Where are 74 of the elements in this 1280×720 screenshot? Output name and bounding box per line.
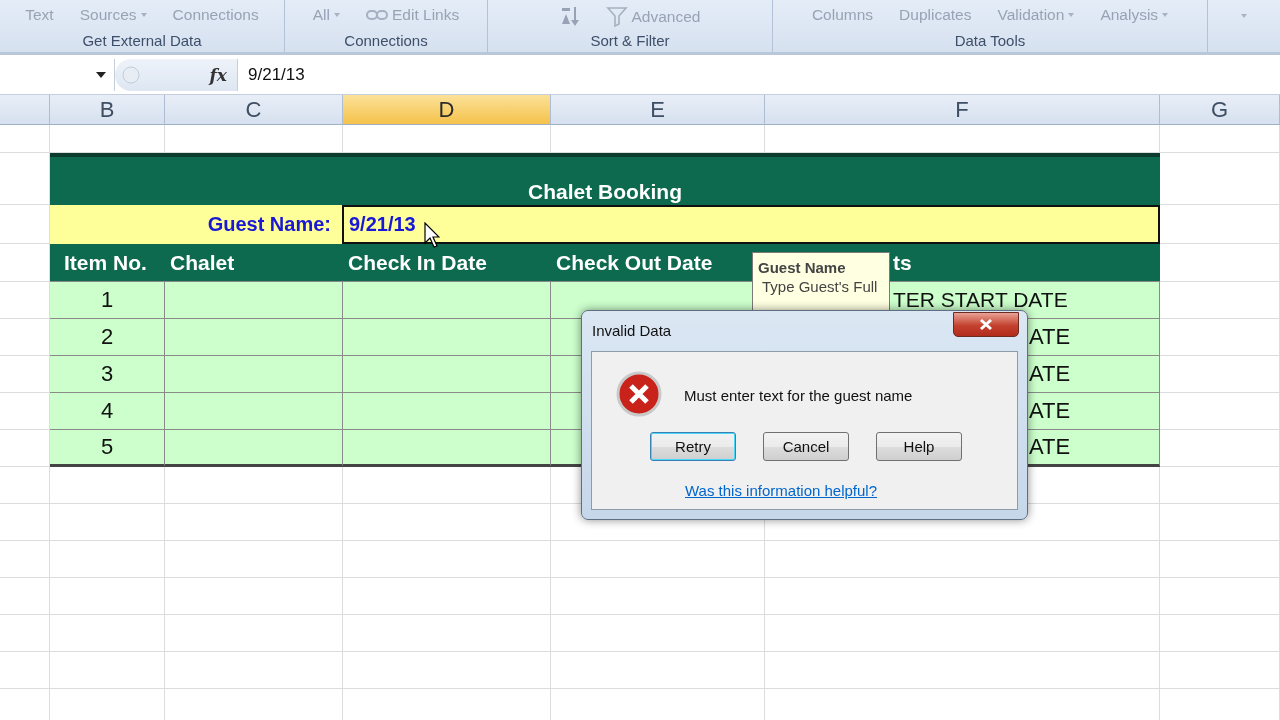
- sheet-cell[interactable]: [0, 467, 50, 504]
- table-cell: 2: [50, 319, 165, 356]
- sheet-cell[interactable]: [165, 652, 343, 689]
- column-heading: Chalet: [165, 244, 343, 282]
- sheet-cell[interactable]: [165, 504, 343, 541]
- sheet-cell[interactable]: [1160, 578, 1280, 615]
- sheet-cell[interactable]: [0, 578, 50, 615]
- resize-handle-icon: [121, 64, 141, 85]
- close-button[interactable]: [953, 312, 1019, 337]
- dialog-title: Invalid Data: [592, 322, 672, 339]
- sheet-cell[interactable]: [1160, 615, 1280, 652]
- sheet-cell[interactable]: [551, 578, 765, 615]
- column-heading: Item No.: [50, 244, 165, 282]
- sheet-cell[interactable]: [0, 652, 50, 689]
- column-header[interactable]: F: [765, 95, 1160, 125]
- sheet-cell[interactable]: [343, 652, 551, 689]
- link-icon: [366, 9, 388, 21]
- cursor-icon: [424, 222, 440, 248]
- sheet-cell[interactable]: [50, 578, 165, 615]
- sheet-cell[interactable]: [50, 652, 165, 689]
- error-icon: [616, 371, 662, 417]
- sheet-cell[interactable]: [0, 615, 50, 652]
- dialog-button[interactable]: Cancel: [763, 432, 849, 461]
- column-header[interactable]: B: [50, 95, 165, 125]
- sheet-cell[interactable]: [765, 615, 1160, 652]
- sheet-cell[interactable]: [551, 615, 765, 652]
- sheet-cell[interactable]: [1160, 541, 1280, 578]
- caret-icon: [1241, 14, 1247, 18]
- sheet-cell[interactable]: [50, 541, 165, 578]
- sheet-cell[interactable]: [343, 541, 551, 578]
- table-cell: 4: [50, 393, 165, 430]
- group-label: Connections: [343, 31, 429, 51]
- sheet-cell[interactable]: [1160, 652, 1280, 689]
- sheet-cell[interactable]: [0, 504, 50, 541]
- sheet-cell[interactable]: [1160, 504, 1280, 541]
- dialog-button[interactable]: Retry: [650, 432, 736, 461]
- sheet-cell[interactable]: [165, 541, 343, 578]
- table-title: Chalet Booking: [50, 153, 1160, 205]
- sheet-cell[interactable]: [765, 652, 1160, 689]
- sheet-cell[interactable]: [765, 578, 1160, 615]
- column-heading: Check In Date: [343, 244, 551, 282]
- sheet-cell[interactable]: [343, 615, 551, 652]
- group-label: Get External Data: [81, 31, 203, 51]
- column-header[interactable]: G: [1160, 95, 1280, 125]
- sheet-cell[interactable]: [765, 541, 1160, 578]
- sheet-cell[interactable]: [165, 578, 343, 615]
- sort-icon: [559, 6, 580, 28]
- close-icon: [979, 318, 993, 331]
- column-header[interactable]: [0, 95, 50, 125]
- sheet-cell[interactable]: [343, 578, 551, 615]
- insert-function-button[interactable]: fx: [209, 64, 227, 85]
- sheet-cell[interactable]: [551, 541, 765, 578]
- sheet-cell[interactable]: [0, 541, 50, 578]
- formula-field[interactable]: 9/21/13: [237, 58, 1280, 91]
- group-label: Sort & Filter: [589, 31, 671, 51]
- column-header[interactable]: D: [343, 95, 551, 125]
- sheet-cell[interactable]: [50, 615, 165, 652]
- table-cell: 5: [50, 430, 165, 467]
- sheet-cell[interactable]: [1160, 467, 1280, 504]
- guest-name-cell[interactable]: 9/21/13: [342, 205, 1160, 244]
- sheet-cell[interactable]: [50, 504, 165, 541]
- sheet-cell[interactable]: [343, 504, 551, 541]
- sheet-cell[interactable]: [551, 652, 765, 689]
- help-link[interactable]: Was this information helpful?: [685, 482, 878, 499]
- group-label: Data Tools: [953, 31, 1027, 51]
- table-cell: 3: [50, 356, 165, 393]
- column-header[interactable]: C: [165, 95, 343, 125]
- guest-name-label: Guest Name:: [50, 205, 343, 244]
- column-header[interactable]: E: [551, 95, 765, 125]
- sheet-cell[interactable]: [165, 615, 343, 652]
- table-cell: 1: [50, 282, 165, 319]
- filter-icon: [605, 6, 628, 28]
- dialog-button[interactable]: Help: [876, 432, 962, 461]
- caret-icon: [96, 71, 106, 78]
